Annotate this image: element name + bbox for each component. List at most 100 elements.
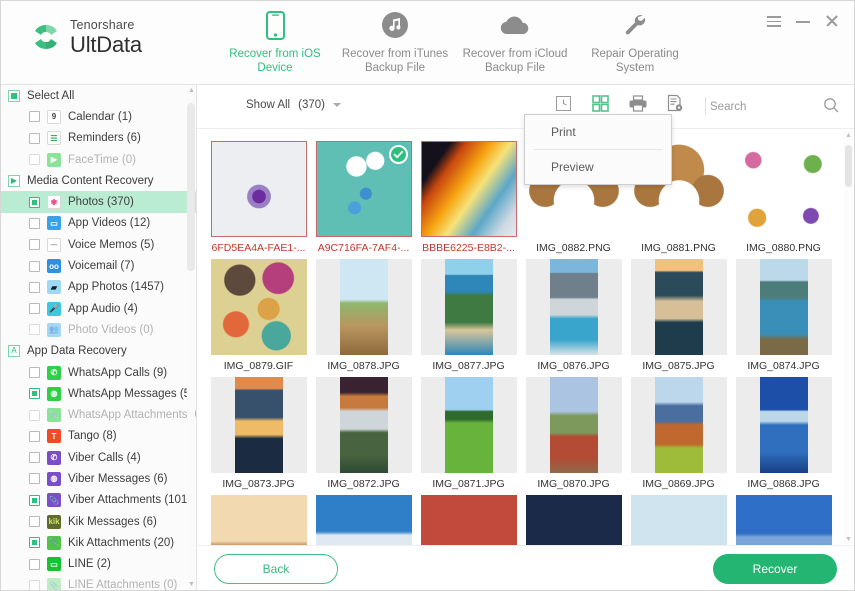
sidebar-item-group[interactable]: ▶ Media Content Recovery: [1, 170, 196, 191]
show-all-filter[interactable]: Show All (370): [246, 99, 341, 111]
thumbnail-image[interactable]: [735, 495, 832, 546]
export-settings-icon[interactable]: [665, 94, 684, 113]
thumbnail-cell[interactable]: IMG_0876.JPG: [521, 255, 626, 373]
back-button[interactable]: Back: [214, 554, 338, 584]
group-toggle-icon[interactable]: A: [8, 345, 20, 358]
thumbnail-cell[interactable]: [731, 491, 836, 546]
sidebar-item-checkbox[interactable]: [29, 388, 40, 400]
sidebar-item-entry[interactable]: 👥 Photo Videos (0): [1, 319, 196, 340]
thumbnail-image[interactable]: [210, 141, 307, 237]
sidebar-scrollbar-thumb[interactable]: [187, 103, 195, 271]
thumbnail-cell[interactable]: IMG_0874.JPG: [731, 255, 836, 373]
sidebar-item-checkbox[interactable]: [29, 579, 40, 590]
sidebar-item-entry[interactable]: ▭ App Videos (12): [1, 213, 196, 234]
thumbnail-image[interactable]: [735, 259, 832, 355]
grid-view-icon[interactable]: [591, 94, 610, 113]
sidebar-item-entry[interactable]: 📎 LINE Attachments (0): [1, 575, 196, 590]
thumbnail-image[interactable]: [630, 259, 727, 355]
thumbnail-cell[interactable]: [626, 491, 731, 546]
scroll-down-arrow-icon[interactable]: ▼: [188, 581, 195, 588]
thumbnail-cell[interactable]: [206, 491, 311, 546]
sidebar-item-checkbox[interactable]: [29, 430, 40, 442]
sidebar-item-checkbox[interactable]: [29, 558, 40, 570]
thumbnail-image[interactable]: [735, 141, 832, 237]
thumbnail-image[interactable]: [630, 377, 727, 473]
sidebar-scrollbar[interactable]: ▲ ▼: [187, 87, 195, 589]
sidebar-item-entry[interactable]: ▰ App Photos (1457): [1, 277, 196, 298]
sidebar-item-checkbox[interactable]: [29, 494, 40, 506]
thumbnail-image[interactable]: [420, 377, 517, 473]
tab-repair-operating-system[interactable]: Repair Operating System: [575, 9, 695, 83]
sidebar-item-checkbox[interactable]: [29, 367, 40, 378]
grid-scrollbar[interactable]: ▲ ▼: [844, 131, 853, 544]
selected-check-icon[interactable]: [388, 145, 408, 164]
thumbnail-image[interactable]: [735, 377, 832, 473]
tab-recover-from-itunes-backup-file[interactable]: Recover from iTunes Backup File: [335, 9, 455, 83]
list-view-icon[interactable]: [554, 94, 573, 113]
sidebar-item-checkbox[interactable]: [29, 154, 40, 166]
sidebar-item-entry[interactable]: ✆ WhatsApp Calls (9): [1, 362, 196, 383]
sidebar-item-entry[interactable]: 9 Calendar (1): [1, 106, 196, 127]
sidebar-item-checkbox[interactable]: [29, 132, 40, 144]
thumbnail-image[interactable]: [315, 141, 412, 237]
thumbnail-cell[interactable]: IMG_0871.JPG: [416, 373, 521, 491]
sidebar-item-entry[interactable]: ☰ Reminders (6): [1, 128, 196, 149]
search-icon[interactable]: [823, 97, 840, 117]
group-toggle-icon[interactable]: ▶: [8, 174, 20, 187]
close-icon[interactable]: [824, 13, 840, 29]
select-all-checkbox[interactable]: [8, 89, 20, 102]
thumbnail-cell[interactable]: IMG_0870.JPG: [521, 373, 626, 491]
scroll-down-arrow-icon[interactable]: ▼: [845, 536, 852, 543]
thumbnail-cell[interactable]: [521, 491, 626, 546]
sidebar-item-entry[interactable]: ▶ FaceTime (0): [1, 149, 196, 170]
sidebar-item-checkbox[interactable]: [29, 111, 40, 123]
sidebar-item-checkbox[interactable]: [29, 537, 40, 549]
sidebar-item-entry[interactable]: ✆ Viber Calls (4): [1, 447, 196, 468]
sidebar-item-entry[interactable]: T Tango (8): [1, 426, 196, 447]
thumbnail-cell[interactable]: [311, 491, 416, 546]
sidebar-item-checkbox[interactable]: [29, 260, 40, 272]
thumbnail-cell[interactable]: IMG_0872.JPG: [311, 373, 416, 491]
thumbnail-cell[interactable]: IMG_0875.JPG: [626, 255, 731, 373]
menu-item-print[interactable]: Print: [525, 115, 671, 149]
thumbnail-image[interactable]: [420, 259, 517, 355]
thumbnail-image[interactable]: [210, 377, 307, 473]
recover-button[interactable]: Recover: [713, 554, 837, 584]
thumbnail-cell[interactable]: BBBE6225-E8B2-...: [416, 137, 521, 255]
sidebar-item-checkbox[interactable]: [29, 303, 40, 315]
sidebar-item-entry[interactable]: 📎 Viber Attachments (101): [1, 490, 196, 511]
grid-scrollbar-thumb[interactable]: [845, 145, 852, 187]
scroll-up-arrow-icon[interactable]: ▲: [845, 132, 852, 139]
sidebar-item-group[interactable]: A App Data Recovery: [1, 341, 196, 362]
thumbnail-image[interactable]: [420, 141, 517, 237]
sidebar-item-entry[interactable]: ✾ Photos (370): [1, 191, 196, 213]
sidebar-item-checkbox[interactable]: [29, 409, 40, 421]
sidebar-item-entry[interactable]: ▭ LINE (2): [1, 554, 196, 575]
thumbnail-grid-container[interactable]: 6FD5EA4A-FAE1-... A9C716FA-7AF4-... BBBE62…: [197, 129, 854, 546]
sidebar-item-checkbox[interactable]: [29, 217, 40, 229]
tab-recover-from-icloud-backup-file[interactable]: Recover from iCloud Backup File: [455, 9, 575, 83]
chevron-down-icon[interactable]: [332, 103, 341, 107]
sidebar-item-entry[interactable]: 📎 Kik Attachments (20): [1, 532, 196, 553]
thumbnail-image[interactable]: [315, 259, 412, 355]
sidebar-item-entry[interactable]: oo Voicemail (7): [1, 255, 196, 276]
hamburger-icon[interactable]: [766, 13, 782, 29]
sidebar-item-entry[interactable]: kik Kik Messages (6): [1, 511, 196, 532]
thumbnail-cell[interactable]: IMG_0877.JPG: [416, 255, 521, 373]
search-input[interactable]: Search: [710, 97, 840, 117]
sidebar-item-entry[interactable]: 🎤 App Audio (4): [1, 298, 196, 319]
thumbnail-cell[interactable]: IMG_0878.JPG: [311, 255, 416, 373]
print-icon[interactable]: [628, 94, 647, 113]
thumbnail-cell[interactable]: IMG_0869.JPG: [626, 373, 731, 491]
thumbnail-image[interactable]: [525, 259, 622, 355]
thumbnail-image[interactable]: [630, 495, 727, 546]
thumbnail-image[interactable]: [210, 259, 307, 355]
sidebar-item-entry[interactable]: ◍ Viber Messages (6): [1, 468, 196, 489]
thumbnail-cell[interactable]: A9C716FA-7AF4-...: [311, 137, 416, 255]
thumbnail-cell[interactable]: [416, 491, 521, 546]
thumbnail-image[interactable]: [420, 495, 517, 546]
scroll-up-arrow-icon[interactable]: ▲: [188, 87, 195, 94]
thumbnail-cell[interactable]: IMG_0880.PNG: [731, 137, 836, 255]
thumbnail-cell[interactable]: IMG_0873.JPG: [206, 373, 311, 491]
thumbnail-image[interactable]: [210, 495, 307, 546]
